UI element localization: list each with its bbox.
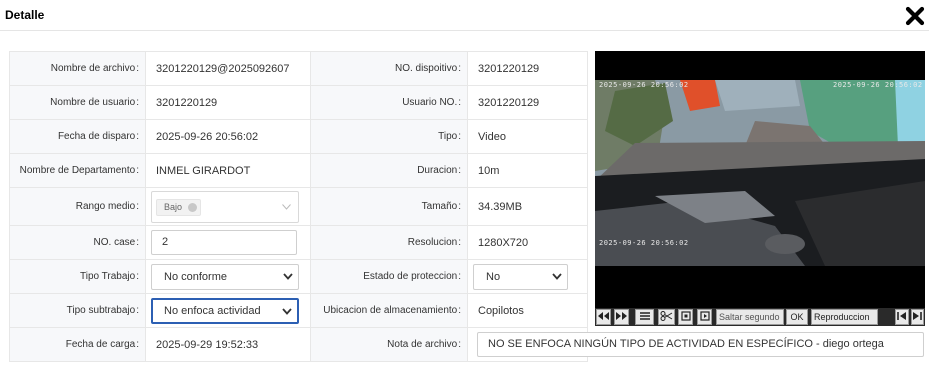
subwork-type-selected: No enfoca actividad — [164, 304, 261, 317]
frame-icon[interactable] — [697, 309, 712, 325]
duration-label: Duracion: — [310, 153, 468, 188]
subwork-type-cell: No enfoca actividad — [145, 293, 311, 328]
chevron-down-icon — [282, 203, 291, 210]
close-icon[interactable] — [904, 5, 926, 27]
protection-cell: No — [467, 259, 588, 294]
dialog-header: Detalle — [0, 0, 929, 31]
trigger-date-label: Fecha de disparo: — [9, 119, 146, 154]
rewind-icon[interactable] — [596, 309, 611, 325]
size-value: 34.39MB — [467, 187, 588, 226]
case-no-input[interactable]: 2 — [151, 230, 297, 255]
video-player[interactable]: 2025-09-26 20:56:02 2025-09-26 20:56:02 … — [595, 51, 925, 308]
range-multiselect[interactable]: Bajo — [151, 190, 299, 223]
video-timestamp-left: 2025-09-26 20:56:02 — [599, 81, 689, 89]
table-row: Nombre de usuario: 3201220129 Usuario NO… — [9, 85, 588, 120]
resolution-value: 1280X720 — [467, 225, 588, 260]
size-label: Tamaño: — [310, 187, 468, 226]
storage-label: Ubicacion de almacenamiento: — [310, 293, 468, 328]
list-icon[interactable] — [635, 309, 654, 325]
snapshot-icon[interactable] — [678, 309, 693, 325]
video-frame-image — [595, 51, 925, 308]
case-no-cell: 2 — [145, 225, 311, 260]
work-type-select[interactable]: No conforme — [151, 263, 299, 290]
department-label: Nombre de Departamento: — [9, 153, 146, 188]
tag-remove-icon[interactable] — [188, 202, 198, 212]
skip-end-icon[interactable] — [911, 309, 924, 325]
work-type-cell: No conforme — [145, 259, 311, 294]
upload-date-label: Fecha de carga: — [9, 327, 146, 362]
range-cell: Bajo — [145, 187, 311, 226]
file-note-input[interactable]: NO SE ENFOCA NINGÚN TIPO DE ACTIVIDAD EN… — [477, 332, 924, 357]
user-name-label: Nombre de usuario: — [9, 85, 146, 120]
user-no-value: 3201220129 — [467, 85, 588, 120]
range-label: Rango medio: — [9, 187, 146, 226]
range-tag-label: Bajo — [164, 201, 183, 212]
table-row: NO. case: 2 Resolucion: 1280X720 — [9, 225, 588, 260]
fast-forward-icon[interactable] — [614, 309, 629, 325]
dialog-title: Detalle — [5, 8, 45, 22]
skip-seconds-input[interactable]: Saltar segundo — [716, 309, 784, 325]
work-type-selected: No conforme — [164, 270, 227, 283]
resolution-label: Resolucion: — [310, 225, 468, 260]
subwork-type-select[interactable]: No enfoca actividad — [151, 297, 299, 324]
type-value: Video — [467, 119, 588, 154]
detail-table: Nombre de archivo: 3201220129@2025092607… — [9, 51, 588, 362]
playback-button[interactable]: Reproduccion — [811, 309, 878, 325]
skip-start-icon[interactable] — [895, 309, 909, 325]
file-note-label: Nota de archivo: — [310, 327, 468, 362]
upload-date-value: 2025-09-29 19:52:33 — [145, 327, 311, 362]
work-type-label: Tipo Trabajo: — [9, 259, 146, 294]
table-row: Nombre de archivo: 3201220129@2025092607… — [9, 51, 588, 86]
type-label: Tipo: — [310, 119, 468, 154]
file-name-value: 3201220129@2025092607 — [145, 51, 311, 86]
video-timestamp-right: 2025-09-26 20:56:02 — [833, 81, 923, 89]
range-tag: Bajo — [156, 198, 202, 216]
trigger-date-value: 2025-09-26 20:56:02 — [145, 119, 311, 154]
device-no-label: NO. dispoitivo: — [310, 51, 468, 86]
duration-value: 10m — [467, 153, 588, 188]
video-timestamp-bottom: 2025-09-26 20:56:02 — [599, 239, 689, 247]
chevron-down-icon — [283, 272, 293, 280]
table-row: Nombre de Departamento: INMEL GIRARDOT D… — [9, 153, 588, 188]
table-row: Rango medio: Bajo Tamaño: 34.39MB — [9, 187, 588, 226]
table-row: Tipo subtrabajo: No enfoca actividad Ubi… — [9, 293, 588, 328]
user-name-value: 3201220129 — [145, 85, 311, 120]
chevron-down-icon — [282, 307, 292, 315]
subwork-type-label: Tipo subtrabajo: — [9, 293, 146, 328]
protection-select[interactable]: No — [473, 263, 568, 290]
video-controls: Saltar segundo OK Reproduccion — [595, 308, 925, 326]
device-no-value: 3201220129 — [467, 51, 588, 86]
protection-label: Estado de proteccion: — [310, 259, 468, 294]
user-no-label: Usuario NO.: — [310, 85, 468, 120]
scissors-icon[interactable] — [658, 309, 675, 325]
table-row: Tipo Trabajo: No conforme Estado de prot… — [9, 259, 588, 294]
department-value: INMEL GIRARDOT — [145, 153, 311, 188]
protection-selected: No — [486, 270, 501, 283]
storage-value: Copilotos — [467, 293, 588, 328]
table-row: Fecha de disparo: 2025-09-26 20:56:02 Ti… — [9, 119, 588, 154]
chevron-down-icon — [552, 272, 562, 280]
ok-button[interactable]: OK — [786, 309, 808, 325]
file-name-label: Nombre de archivo: — [9, 51, 146, 86]
case-no-label: NO. case: — [9, 225, 146, 260]
